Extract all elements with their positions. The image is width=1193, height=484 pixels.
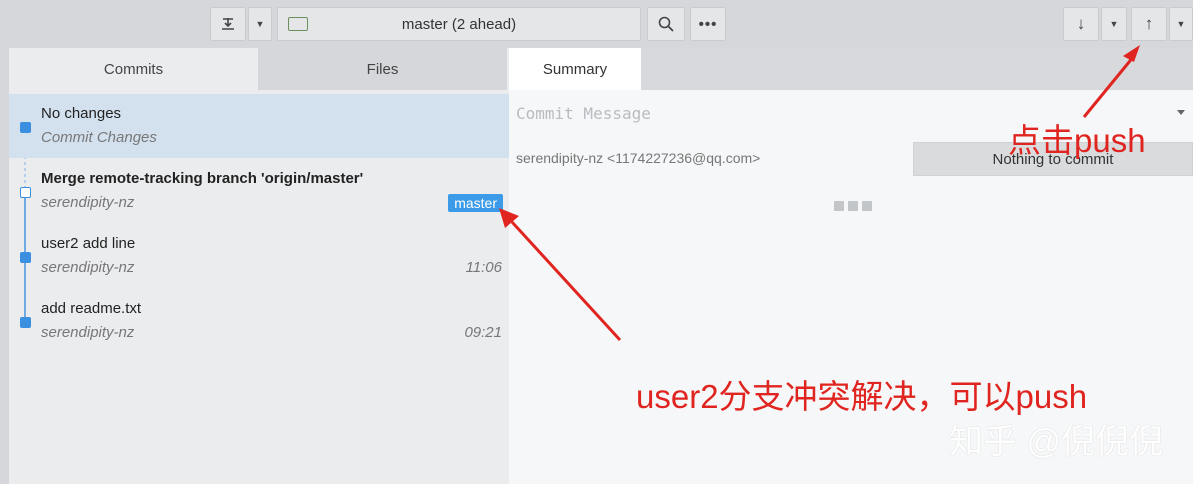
- push-annotation: 点击push: [1008, 122, 1146, 159]
- watermark: 知乎 @倪倪倪: [949, 423, 1163, 461]
- arrow-to-master: [510, 220, 622, 342]
- resolved-annotation: user2分支冲突解决，可以push: [636, 378, 1088, 415]
- arrowhead: [1123, 45, 1140, 62]
- arrow-to-push: [1082, 55, 1136, 118]
